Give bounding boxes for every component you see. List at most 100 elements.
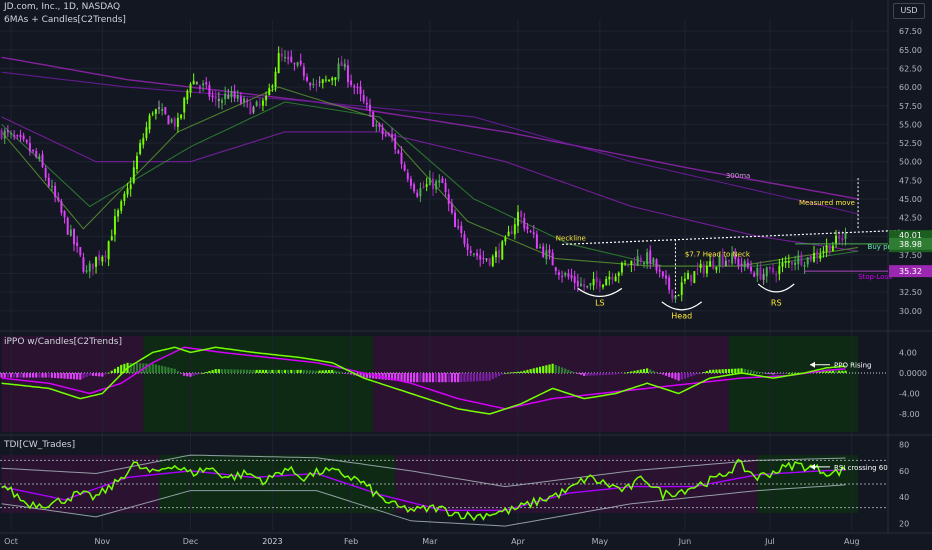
candle-body	[19, 134, 22, 138]
price-tick-9: 45.00	[899, 195, 922, 204]
indicator-title: 6MAs + Candles[C2Trends]	[4, 15, 126, 25]
candle-body	[299, 60, 302, 65]
candle-body	[113, 216, 116, 235]
ppo-hist-69	[217, 369, 220, 373]
candle-body	[624, 263, 627, 265]
ppo-hist-200	[630, 371, 633, 373]
candle-body	[532, 232, 535, 235]
candle-body	[290, 56, 293, 62]
ppo-hist-3	[9, 372, 13, 378]
ppo-hist-102	[321, 370, 324, 373]
candle-body	[472, 253, 475, 255]
price-tick-15: 30.00	[899, 307, 922, 316]
candle-body	[346, 65, 349, 83]
candle-body	[432, 178, 434, 190]
candle-body	[441, 178, 444, 183]
ppo-hist-226	[712, 369, 715, 373]
ppo-hist-181	[570, 371, 573, 373]
ppo-hist-150	[472, 372, 476, 382]
ppo-zone-3	[728, 336, 859, 432]
ppo-hist-240	[756, 371, 759, 373]
ppo-hist-165	[520, 371, 523, 373]
ppo-hist-99	[312, 370, 315, 373]
candle-body	[526, 226, 529, 230]
candle-body	[450, 203, 453, 213]
ppo-hist-19	[60, 372, 63, 379]
candle-body	[409, 178, 412, 186]
candle-body	[668, 277, 671, 290]
ppo-hist-202	[636, 370, 639, 373]
right-shoulder-label: RS	[771, 299, 782, 308]
candle-body	[498, 249, 501, 258]
rsi-tick-3: 20	[899, 519, 909, 528]
ppo-hist-5	[16, 372, 19, 378]
candle-body	[381, 127, 384, 135]
candle-body	[198, 86, 201, 88]
candle-body	[129, 184, 132, 190]
currency-button[interactable]: USD	[893, 3, 925, 19]
candle-body	[142, 138, 145, 145]
candle-body	[598, 281, 601, 287]
candle-body	[98, 254, 101, 261]
candle-body	[101, 256, 104, 262]
ppo-hist-236	[743, 368, 746, 373]
candle-body	[69, 229, 72, 236]
candle-body	[620, 262, 623, 273]
candle-body	[25, 140, 28, 143]
ppo-hist-31	[98, 372, 101, 377]
ppo-hist-146	[460, 372, 463, 383]
ppo-hist-164	[516, 371, 520, 373]
candle-body	[831, 245, 834, 252]
ppo-hist-197	[620, 372, 624, 374]
candle-body	[230, 90, 233, 98]
ppo-hist-182	[573, 372, 576, 374]
candle-body	[715, 267, 718, 270]
candle-body	[680, 282, 683, 295]
ppo-hist-216	[680, 372, 683, 380]
ppo-hist-184	[579, 372, 583, 375]
candle-body	[400, 152, 403, 164]
ppo-hist-244	[768, 372, 772, 374]
ppo-hist-56	[176, 371, 180, 373]
price-tick-10: 42.50	[899, 214, 922, 223]
ppo-hist-160	[504, 372, 507, 374]
ppo-hist-137	[431, 372, 435, 383]
ppo-hist-89	[280, 369, 283, 373]
candle-body	[195, 81, 198, 85]
candle-body	[221, 100, 223, 103]
ppo-hist-71	[224, 369, 227, 373]
x-tick-1: Nov	[95, 537, 111, 546]
ppo-hist-13	[41, 372, 44, 378]
ppo-hist-171	[538, 366, 542, 373]
ppo-hist-110	[346, 372, 350, 374]
candle-body	[284, 56, 286, 59]
price-tick-3: 60.00	[899, 83, 922, 92]
chart-canvas[interactable]: Neckline $7.7 Head to Neck Measured move 30…	[0, 0, 932, 550]
ppo-hist-145	[457, 372, 460, 383]
candle-body	[583, 284, 586, 287]
candle-body	[750, 266, 752, 272]
candle-body	[435, 181, 438, 190]
ppo-hist-267	[841, 370, 844, 373]
ppo-hist-268	[844, 370, 847, 373]
ppo-hist-219	[690, 372, 693, 377]
candle-body	[189, 84, 192, 93]
ppo-hist-35	[110, 370, 113, 373]
ppo-hist-73	[230, 369, 233, 373]
candle-body	[693, 271, 696, 283]
ppo-hist-156	[491, 372, 494, 380]
candle-body	[545, 250, 548, 260]
candle-body	[803, 265, 806, 267]
ppo-hist-76	[239, 369, 242, 373]
candle-body	[164, 107, 167, 114]
ppo-hist-209	[658, 372, 661, 374]
candle-body	[781, 262, 784, 267]
candle-body	[425, 184, 428, 187]
candle-body	[350, 80, 353, 85]
ppo-hist-205	[646, 368, 649, 373]
candle-body	[151, 113, 154, 115]
candle-body	[501, 241, 504, 260]
ppo-hist-140	[441, 372, 444, 383]
ppo-hist-60	[189, 372, 192, 377]
candle-body	[482, 258, 485, 260]
